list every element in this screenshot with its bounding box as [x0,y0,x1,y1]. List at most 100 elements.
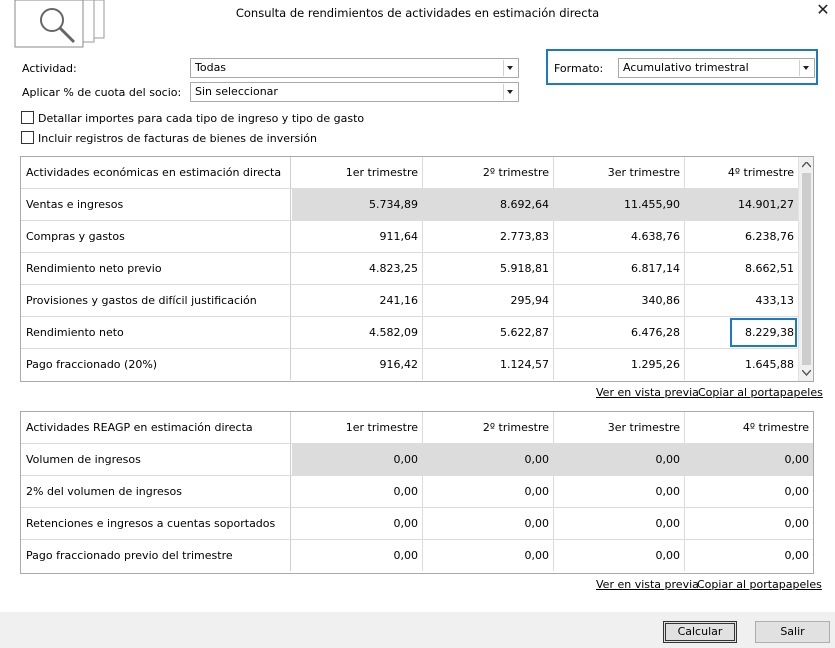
cell-q3[interactable]: 0,00 [554,476,685,507]
cell-q1[interactable]: 4.582,09 [292,317,423,348]
row-label: Rendimiento neto previo [21,253,291,284]
actividad-select[interactable]: Todas [190,58,519,78]
incluir-checkbox[interactable] [21,131,34,144]
cell-q1[interactable]: 5.734,89 [292,189,423,220]
cell-q1[interactable]: 0,00 [292,444,423,475]
column-header-q4[interactable]: 4º trimestre [685,157,798,188]
row-label: Rendimiento neto [21,317,291,348]
table-row[interactable]: Provisiones y gastos de difícil justific… [21,285,798,317]
cell-q3[interactable]: 4.638,76 [554,221,685,252]
cell-q2[interactable]: 5.918,81 [423,253,554,284]
cell-q4[interactable]: 433,13 [685,285,798,316]
chevron-down-icon[interactable] [503,84,517,100]
calcular-button[interactable]: Calcular [663,621,737,643]
actividad-label: Actividad: [22,62,77,75]
chevron-down-icon[interactable] [503,60,517,76]
cell-q1[interactable]: 0,00 [292,508,423,539]
cell-q2[interactable]: 0,00 [423,476,554,507]
cell-q4[interactable]: 1.645,88 [685,349,798,380]
window-title: Consulta de rendimientos de actividades … [235,6,600,20]
cell-q4[interactable]: 0,00 [685,444,813,475]
cell-q2[interactable]: 0,00 [423,540,554,571]
cell-q2[interactable]: 2.773,83 [423,221,554,252]
column-header-q2[interactable]: 2º trimestre [423,157,554,188]
scrollbar-thumb[interactable] [802,173,811,365]
column-header-q1[interactable]: 1er trimestre [292,157,423,188]
formato-select[interactable]: Acumulativo trimestral [618,58,815,78]
row-label: Provisiones y gastos de difícil justific… [21,285,291,316]
vertical-scrollbar[interactable] [798,157,813,381]
cell-q2[interactable]: 0,00 [423,444,554,475]
table-row[interactable]: Compras y gastos 911,64 2.773,83 4.638,7… [21,221,798,253]
cell-q4[interactable]: 14.901,27 [685,189,798,220]
cell-q3[interactable]: 0,00 [554,540,685,571]
cell-q2[interactable]: 1.124,57 [423,349,554,380]
table-row[interactable]: Rendimiento neto 4.582,09 5.622,87 6.476… [21,317,798,349]
grid-header-row: Actividades REAGP en estimación directa … [21,412,813,444]
detallar-label: Detallar importes para cada tipo de ingr… [38,112,365,125]
preview-link[interactable]: Ver en vista previa [596,386,699,399]
cell-q1[interactable]: 0,00 [292,476,423,507]
cell-q1[interactable]: 241,16 [292,285,423,316]
cell-q2[interactable]: 8.692,64 [423,189,554,220]
column-header-q3[interactable]: 3er trimestre [554,157,685,188]
row-label: Retenciones e ingresos a cuentas soporta… [21,508,291,539]
formato-value: Acumulativo trimestral [623,61,749,74]
cell-q1[interactable]: 916,42 [292,349,423,380]
chevron-down-icon[interactable] [799,60,813,76]
cell-q4[interactable]: 0,00 [685,476,813,507]
table-row[interactable]: Ventas e ingresos 5.734,89 8.692,64 11.4… [21,189,798,221]
close-icon[interactable]: ✕ [812,0,834,22]
cell-q4[interactable]: 6.238,76 [685,221,798,252]
row-label: Volumen de ingresos [21,444,291,475]
reagp-activities-grid: Actividades REAGP en estimación directa … [20,411,814,574]
selected-cell-q4[interactable]: 8.229,38 [729,317,798,348]
cuota-value: Sin seleccionar [195,85,278,98]
cell-q3[interactable]: 11.455,90 [554,189,685,220]
cuota-select[interactable]: Sin seleccionar [190,82,519,102]
scroll-up-icon[interactable] [802,162,811,168]
row-label: 2% del volumen de ingresos [21,476,291,507]
economic-activities-grid: Actividades económicas en estimación dir… [20,156,814,382]
formato-label: Formato: [554,62,604,75]
cell-q2[interactable]: 5.622,87 [423,317,554,348]
grid-header-row: Actividades económicas en estimación dir… [21,157,798,189]
column-header-q1[interactable]: 1er trimestre [292,412,423,443]
row-label: Compras y gastos [21,221,291,252]
copy-clipboard-link[interactable]: Copiar al portapapeles [697,578,822,591]
cell-q2[interactable]: 295,94 [423,285,554,316]
table-row[interactable]: Rendimiento neto previo 4.823,25 5.918,8… [21,253,798,285]
cell-q1[interactable]: 911,64 [292,221,423,252]
column-header-q3[interactable]: 3er trimestre [554,412,685,443]
cell-q3[interactable]: 340,86 [554,285,685,316]
table-row[interactable]: Pago fraccionado (20%) 916,42 1.124,57 1… [21,349,798,381]
column-header-q2[interactable]: 2º trimestre [423,412,554,443]
cell-q4[interactable]: 0,00 [685,540,813,571]
column-header-activity: Actividades económicas en estimación dir… [21,157,291,188]
cell-q3[interactable]: 6.817,14 [554,253,685,284]
cuota-label: Aplicar % de cuota del socio: [22,86,182,99]
row-label: Pago fraccionado previo del trimestre [21,540,291,571]
cell-q4[interactable]: 8.662,51 [685,253,798,284]
cell-q2[interactable]: 0,00 [423,508,554,539]
cell-q3[interactable]: 0,00 [554,508,685,539]
cell-q3[interactable]: 0,00 [554,444,685,475]
table-row[interactable]: Retenciones e ingresos a cuentas soporta… [21,508,813,540]
table-row[interactable]: Volumen de ingresos 0,00 0,00 0,00 0,00 [21,444,813,476]
column-header-q4[interactable]: 4º trimestre [685,412,813,443]
cell-q3[interactable]: 1.295,26 [554,349,685,380]
table-row[interactable]: 2% del volumen de ingresos 0,00 0,00 0,0… [21,476,813,508]
salir-button[interactable]: Salir [755,621,830,643]
row-label: Ventas e ingresos [21,189,291,220]
copy-clipboard-link[interactable]: Copiar al portapapeles [698,386,823,399]
cell-q1[interactable]: 4.823,25 [292,253,423,284]
incluir-label: Incluir registros de facturas de bienes … [38,132,318,145]
cell-q3[interactable]: 6.476,28 [554,317,685,348]
scroll-down-icon[interactable] [802,370,811,376]
cell-q4[interactable]: 0,00 [685,508,813,539]
column-header-activity: Actividades REAGP en estimación directa [21,412,291,443]
table-row[interactable]: Pago fraccionado previo del trimestre 0,… [21,540,813,572]
cell-q1[interactable]: 0,00 [292,540,423,571]
detallar-checkbox[interactable] [21,111,34,124]
preview-link[interactable]: Ver en vista previa [596,578,699,591]
